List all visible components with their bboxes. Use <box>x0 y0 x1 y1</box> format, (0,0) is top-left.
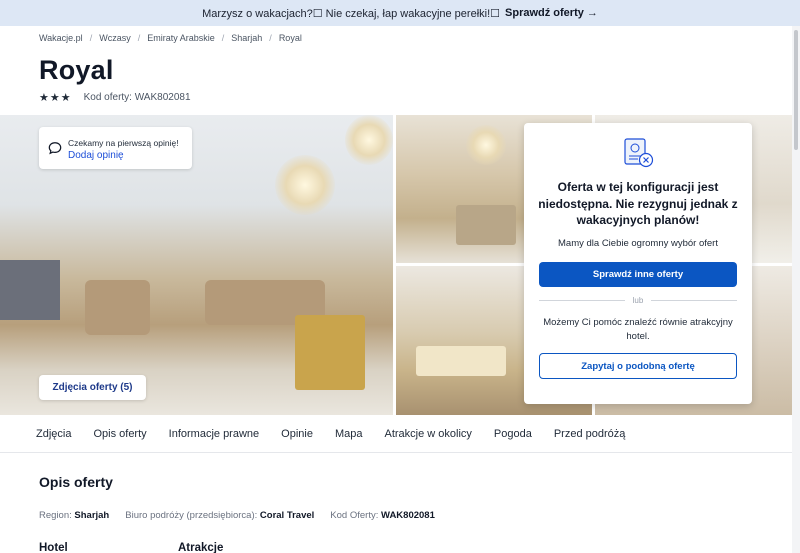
offer-code: Kod oferty: WAK802081 <box>83 92 191 103</box>
check-other-offers-button[interactable]: Sprawdź inne oferty <box>539 262 737 287</box>
or-divider: lub <box>539 294 737 306</box>
breadcrumb-item[interactable]: Sharjah <box>231 33 262 43</box>
review-prompt-text: Czekamy na pierwszą opinię! <box>68 137 179 148</box>
offer-meta: Region: Sharjah Biuro podróży (przedsięb… <box>39 510 451 521</box>
breadcrumb-item[interactable]: Wakacje.pl <box>39 33 83 43</box>
scrollbar-thumb[interactable] <box>794 30 798 150</box>
offer-unavailable-panel: Oferta w tej konfiguracji jest niedostęp… <box>524 123 752 404</box>
promo-bar: Marzysz o wakacjach?☐ Nie czekaj, łap wa… <box>0 0 800 26</box>
agency-value: Coral Travel <box>259 510 315 521</box>
code-value: WAK802081 <box>381 510 435 521</box>
tab-map[interactable]: Mapa <box>335 428 363 440</box>
arrow-right-icon[interactable]: → <box>587 7 598 19</box>
region-value: Sharjah <box>74 510 110 521</box>
review-prompt-card: Czekamy na pierwszą opinię! Dodaj opinię <box>39 127 192 169</box>
breadcrumb-item[interactable]: Wczasy <box>99 33 131 43</box>
tab-weather[interactable]: Pogoda <box>494 428 532 440</box>
page-scrollbar[interactable] <box>792 26 800 553</box>
tab-legal-info[interactable]: Informacje prawne <box>169 428 260 440</box>
star-rating-icon: ★★★ <box>39 92 72 104</box>
tab-offer-description[interactable]: Opis oferty <box>93 428 146 440</box>
add-review-link[interactable]: Dodaj opinię <box>68 150 179 161</box>
section-tabs: Zdjęcia Opis oferty Informacje prawne Op… <box>0 415 800 453</box>
ask-similar-offer-button[interactable]: Zapytaj o podobną ofertę <box>539 353 737 379</box>
offer-unavailable-heading: Oferta w tej konfiguracji jest niedostęp… <box>538 180 738 227</box>
promo-cta-link[interactable]: Sprawdź oferty <box>505 7 584 19</box>
tab-before-travel[interactable]: Przed podróżą <box>554 428 626 440</box>
offer-panel-help-text: Możemy Ci pomóc znaleźć równie atrakcyjn… <box>543 317 733 342</box>
code-label: Kod Oferty: <box>330 510 379 521</box>
agency-meta: Biuro podróży (przedsiębiorca): Coral Tr… <box>125 510 314 521</box>
tab-reviews[interactable]: Opinie <box>281 428 313 440</box>
region-label: Region: <box>39 510 72 521</box>
tab-photos[interactable]: Zdjęcia <box>36 428 71 440</box>
breadcrumb: Wakacje.pl / Wczasy / Emiraty Arabskie / Sh… <box>39 33 302 43</box>
speech-bubble-icon <box>48 142 62 155</box>
promo-text: Marzysz o wakacjach?☐ Nie czekaj, łap wa… <box>202 7 501 20</box>
attractions-heading: Atrakcje <box>178 542 224 553</box>
document-x-icon <box>624 138 654 168</box>
breadcrumb-item[interactable]: Emiraty Arabskie <box>147 33 215 43</box>
hotel-heading: Hotel <box>39 542 68 553</box>
agency-label: Biuro podróży (przedsiębiorca): <box>125 510 258 521</box>
or-label: lub <box>632 295 644 305</box>
code-meta: Kod Oferty: WAK802081 <box>330 510 435 521</box>
region-meta: Region: Sharjah <box>39 510 109 521</box>
breadcrumb-item-current[interactable]: Royal <box>279 33 302 43</box>
photos-button[interactable]: Zdjęcia oferty (5) <box>39 375 146 400</box>
rating-row: ★★★ Kod oferty: WAK802081 <box>39 91 191 104</box>
page-title: Royal <box>39 55 114 85</box>
tab-nearby-attractions[interactable]: Atrakcje w okolicy <box>384 428 471 440</box>
offer-description-title: Opis oferty <box>39 474 113 490</box>
offer-panel-subtext: Mamy dla Ciebie ogromny wybór ofert <box>558 238 718 249</box>
